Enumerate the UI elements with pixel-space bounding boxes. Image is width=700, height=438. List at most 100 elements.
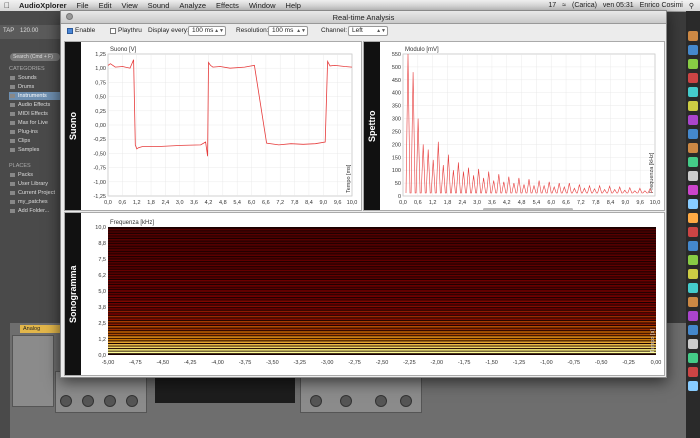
dock-app-icon[interactable] — [688, 353, 698, 363]
dock-app-icon[interactable] — [688, 87, 698, 97]
x-tick-label: -1,50 — [485, 360, 498, 366]
x-tick-label: 3,6 — [190, 200, 198, 206]
sonogram-band — [108, 315, 656, 318]
channel-select[interactable]: Left ▲▼ — [348, 26, 388, 36]
sonogram-chart[interactable]: 10,0 8,8 7,5 6,2 5,0 3,8 2,5 1,2 0,0-5,00 -4,75 -4… — [82, 213, 663, 375]
x-tick-label: 3,0 — [176, 200, 184, 206]
categories-heading: CATEGORIES — [9, 66, 45, 72]
bpm-field[interactable]: 120.00 — [20, 28, 38, 34]
dock-app-icon[interactable] — [688, 157, 698, 167]
menu-edit[interactable]: Edit — [94, 1, 117, 10]
spotlight-icon[interactable]: ⚲ — [689, 2, 694, 10]
menu-view[interactable]: View — [117, 1, 143, 10]
x-tick-label: 7,2 — [276, 200, 284, 206]
pan-knob[interactable] — [375, 395, 387, 407]
category-sounds[interactable]: Sounds — [9, 74, 61, 82]
device-title[interactable]: Analog — [20, 325, 62, 333]
status-number[interactable]: 17 — [548, 2, 556, 9]
y-tick-label: 500 — [392, 65, 401, 71]
user-name[interactable]: Enrico Cosimi — [640, 2, 683, 9]
place-current-project[interactable]: Current Project — [9, 189, 61, 197]
category-audio-effects[interactable]: Audio Effects — [9, 101, 61, 109]
y-tick-label: 100 — [392, 168, 401, 174]
category-drums[interactable]: Drums — [9, 83, 61, 91]
dock-app-icon[interactable] — [688, 227, 698, 237]
y-tick-label: 0,50 — [95, 95, 106, 101]
shape-knob[interactable] — [60, 395, 72, 407]
y-tick-label: -0,75 — [93, 166, 106, 172]
dock-app-icon[interactable] — [688, 199, 698, 209]
place-my-patches[interactable]: my_patches — [9, 198, 61, 206]
sound-chart[interactable]: 1,25 1,00 0,75 0,50 0,25 0,00 -0,25 -0,50 -0,75 -… — [82, 42, 360, 210]
menu-file[interactable]: File — [72, 1, 94, 10]
playthru-checkbox[interactable] — [110, 28, 116, 34]
place-add-folder[interactable]: Add Folder... — [9, 207, 61, 215]
dock-app-icon[interactable] — [688, 171, 698, 181]
spectrum-chart[interactable]: 5505004504003503002502001501005000,0 0,6 1… — [381, 42, 663, 210]
dock-app-icon[interactable] — [688, 73, 698, 83]
x-tick-label: 6,0 — [248, 200, 256, 206]
place-packs[interactable]: Packs — [9, 171, 61, 179]
menu-sound[interactable]: Sound — [143, 1, 175, 10]
dock-app-icon[interactable] — [688, 143, 698, 153]
dock-app-icon[interactable] — [688, 283, 698, 293]
menu-help[interactable]: Help — [281, 1, 306, 10]
y-tick-label: 50 — [395, 181, 401, 187]
battery-status[interactable]: (Carica) — [572, 2, 597, 9]
dock-app-icon[interactable] — [688, 115, 698, 125]
level-knob[interactable] — [400, 395, 412, 407]
menu-analyze[interactable]: Analyze — [174, 1, 211, 10]
dock-app-icon[interactable] — [688, 59, 698, 69]
sonogram-band — [108, 236, 656, 238]
dock-app-icon[interactable] — [688, 45, 698, 55]
place-user-library[interactable]: User Library — [9, 180, 61, 188]
category-max-for-live[interactable]: Max for Live — [9, 119, 61, 127]
category-clips[interactable]: Clips — [9, 137, 61, 145]
dock-app-icon[interactable] — [688, 213, 698, 223]
dock-app-icon[interactable] — [688, 101, 698, 111]
category-instruments[interactable]: Instruments — [9, 92, 61, 100]
dock-app-icon[interactable] — [688, 381, 698, 391]
menu-effects[interactable]: Effects — [211, 1, 244, 10]
reso-knob[interactable] — [340, 395, 352, 407]
category-plug-ins[interactable]: Plug-ins — [9, 128, 61, 136]
semi-knob[interactable] — [104, 395, 116, 407]
dock-app-icon[interactable] — [688, 269, 698, 279]
dock-app-icon[interactable] — [688, 325, 698, 335]
octave-knob[interactable] — [82, 395, 94, 407]
browser-search-input[interactable]: Search (Cmd + F) — [10, 53, 60, 61]
apple-icon[interactable]:  — [0, 1, 14, 10]
dock-app-icon[interactable] — [688, 241, 698, 251]
dock-app-icon[interactable] — [688, 297, 698, 307]
menu-window[interactable]: Window — [244, 1, 281, 10]
sonogram-band — [108, 323, 656, 326]
spectrum-line — [405, 53, 653, 194]
dock-app-icon[interactable] — [688, 129, 698, 139]
menu-app-name[interactable]: AudioXplorer — [14, 1, 72, 10]
dock-app-icon[interactable] — [688, 311, 698, 321]
resolution-select[interactable]: 100 ms ▲▼ — [268, 26, 308, 36]
enable-label[interactable]: Enable — [75, 27, 95, 34]
sonogram-band — [108, 254, 656, 256]
wifi-icon[interactable]: ≈ — [562, 2, 566, 9]
y-tick-label: 0,75 — [95, 80, 106, 86]
y-tick-label: 7,5 — [98, 257, 106, 263]
enable-checkbox[interactable] — [67, 28, 73, 34]
freq-knob[interactable] — [310, 395, 322, 407]
category-midi-effects[interactable]: MIDI Effects — [9, 110, 61, 118]
x-tick-label: -4,75 — [129, 360, 142, 366]
dock-app-icon[interactable] — [688, 31, 698, 41]
dock-app-icon[interactable] — [688, 255, 698, 265]
clock[interactable]: ven 05:31 — [603, 2, 634, 9]
sonogram-band — [108, 303, 656, 305]
dock-app-icon[interactable] — [688, 185, 698, 195]
dock-app-icon[interactable] — [688, 339, 698, 349]
tap-button[interactable]: TAP — [3, 28, 14, 34]
playthru-label[interactable]: Playthru — [118, 27, 142, 34]
sonogram-band — [108, 262, 656, 264]
detune-knob[interactable] — [126, 395, 138, 407]
sonogram-band — [108, 239, 656, 241]
dock-app-icon[interactable] — [688, 367, 698, 377]
category-samples[interactable]: Samples — [9, 146, 61, 154]
display-every-select[interactable]: 100 ms ▲▼ — [188, 26, 226, 36]
